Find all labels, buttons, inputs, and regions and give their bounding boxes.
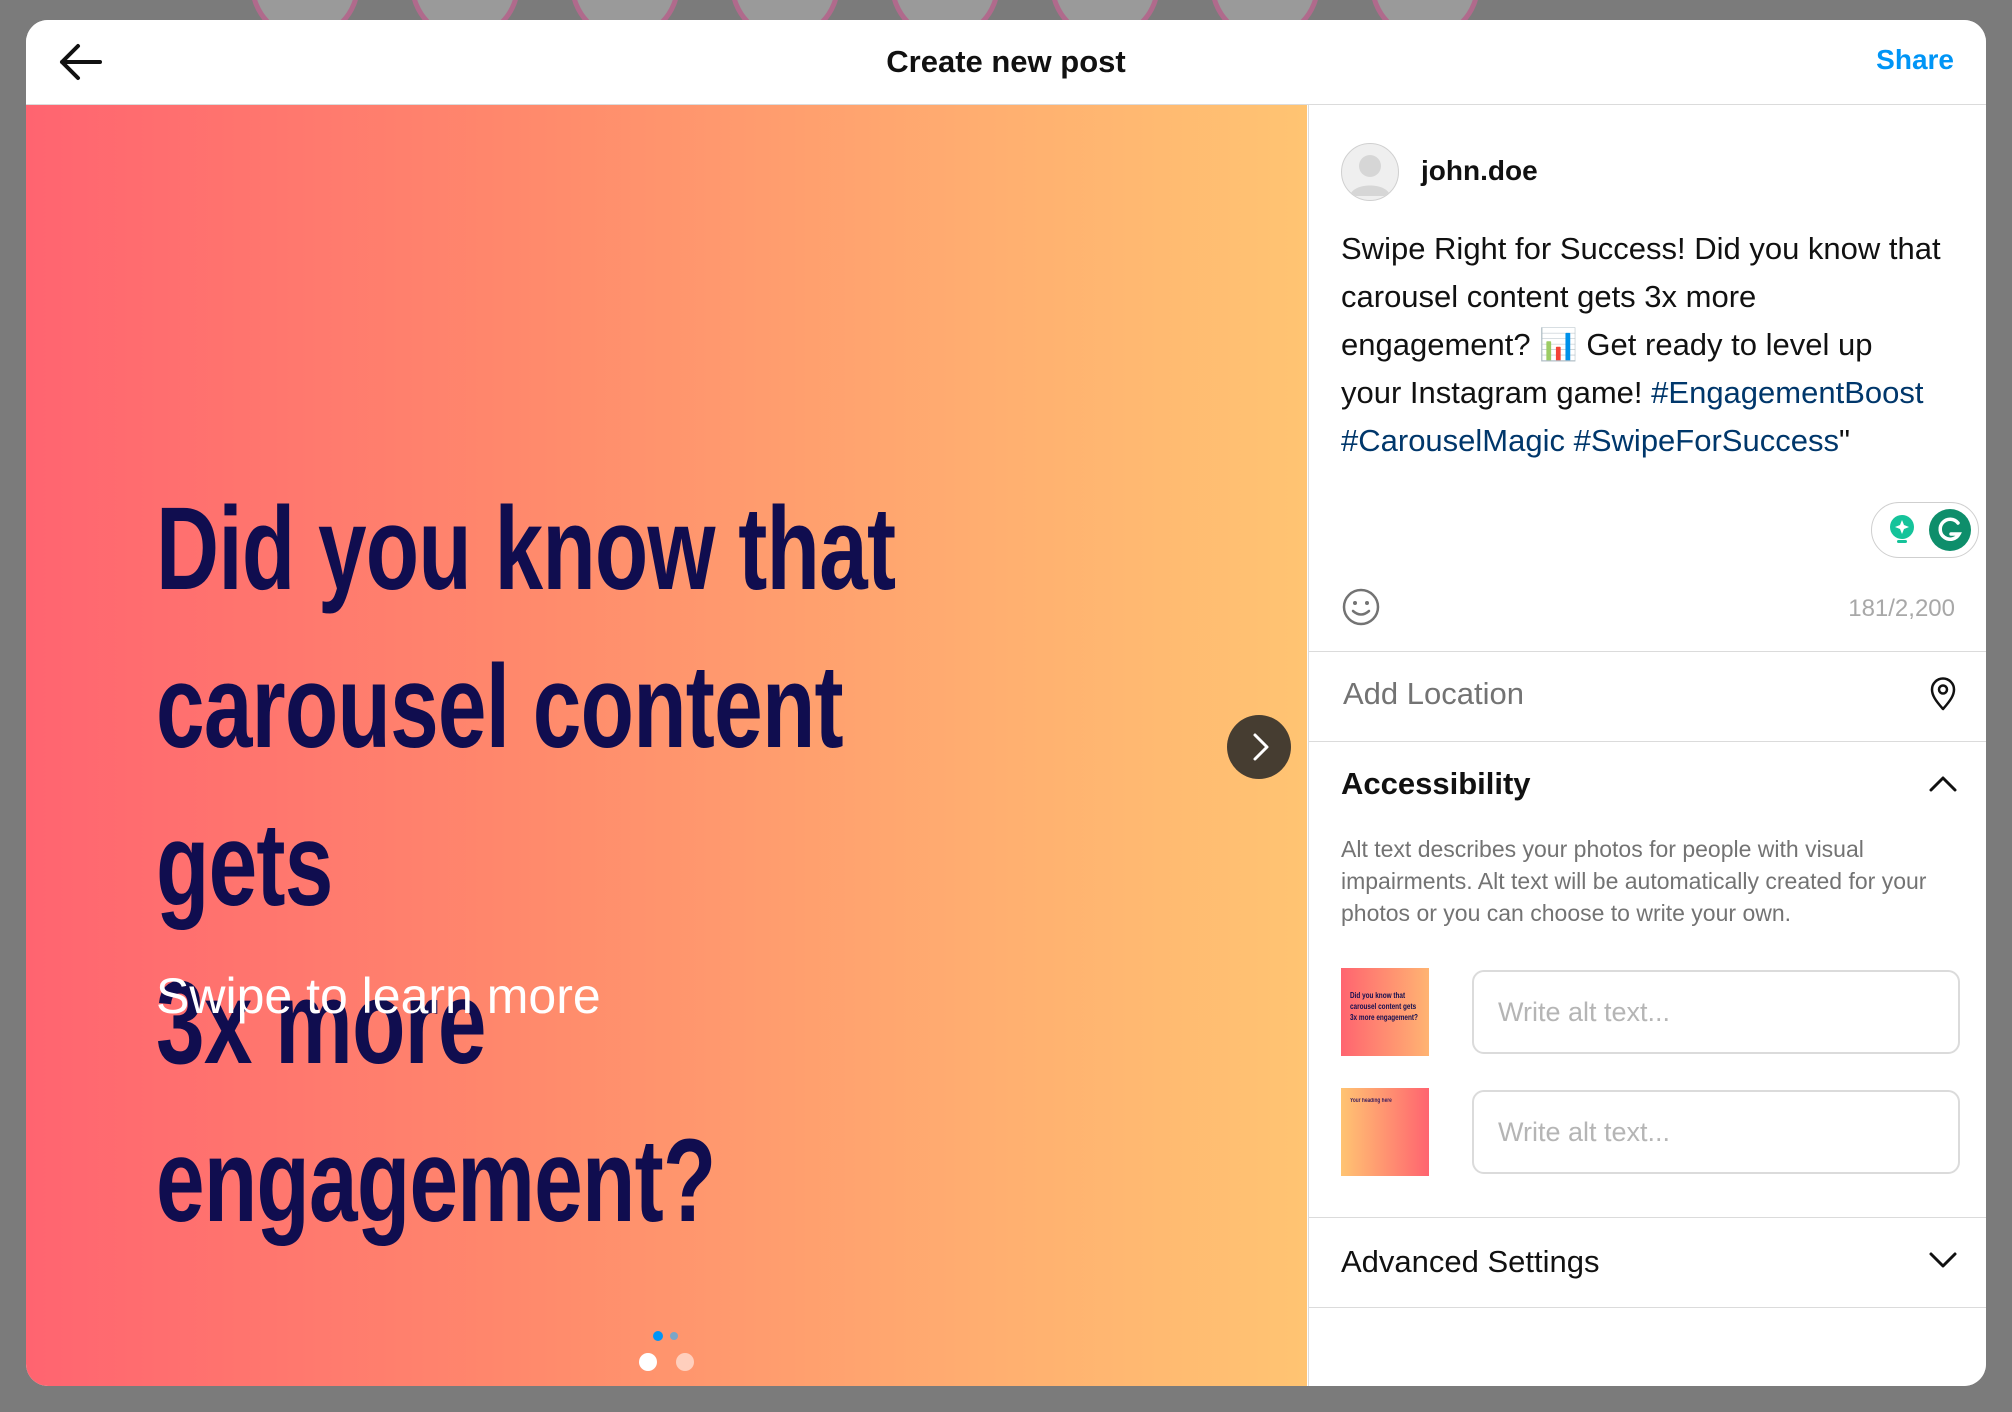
caption-textarea[interactable]: Swipe Right for Success! Did you know th…: [1341, 225, 1941, 465]
thumbnail-text: Did you know that carousel content gets …: [1350, 991, 1418, 1022]
hashtag[interactable]: #CarouselMagic: [1341, 423, 1565, 458]
slide-dot-active: [653, 1331, 663, 1341]
accessibility-description: Alt text describes your photos for peopl…: [1341, 836, 1927, 926]
advanced-settings-title: Advanced Settings: [1341, 1244, 1600, 1279]
lightbulb-icon[interactable]: [1884, 512, 1920, 548]
caption-trailing: ": [1838, 423, 1850, 458]
share-button[interactable]: Share: [1876, 44, 1954, 76]
divider: [1309, 1307, 1986, 1308]
username: john.doe: [1421, 155, 1538, 186]
slide-indicator: [639, 1353, 694, 1371]
chevron-up-icon: [1929, 776, 1957, 792]
accessibility-title: Accessibility: [1341, 766, 1531, 801]
slide-subtext: Swipe to learn more: [156, 968, 601, 1024]
post-details-panel: john.doe Swipe Right for Success! Did yo…: [1308, 105, 1986, 1386]
alt-text-input[interactable]: [1472, 970, 1960, 1054]
carousel-media[interactable]: Did you know that carousel content gets …: [26, 105, 1307, 1386]
location-pin-icon: [1930, 677, 1956, 711]
hashtag[interactable]: #SwipeForSuccess: [1574, 423, 1839, 458]
slide-headline: Did you know that carousel content gets …: [156, 483, 896, 1247]
modal-title: Create new post: [886, 44, 1126, 79]
slide-dot-active: [639, 1353, 657, 1371]
photo-thumbnail: Your heading here: [1341, 1088, 1429, 1176]
slide-dot: [670, 1332, 678, 1340]
emoji-button[interactable]: [1341, 587, 1381, 627]
add-location-field[interactable]: Add Location: [1309, 652, 1986, 740]
chevron-down-icon: [1929, 1252, 1957, 1268]
avatar: [1341, 143, 1399, 201]
next-slide-button[interactable]: [1227, 715, 1291, 779]
grammarly-icon[interactable]: [1928, 508, 1972, 552]
modal-header: Create new post Share: [26, 20, 1986, 105]
user-avatar-icon: [1350, 155, 1390, 196]
chevron-right-icon: [1253, 733, 1269, 761]
grammarly-widget[interactable]: [1871, 502, 1979, 558]
create-post-modal: Create new post Share Did you know that …: [26, 20, 1986, 1386]
advanced-settings-toggle[interactable]: Advanced Settings: [1309, 1218, 1986, 1308]
thumbnail-text: Your heading here: [1350, 1098, 1392, 1104]
smiley-icon: [1342, 588, 1380, 626]
character-count: 181/2,200: [1848, 595, 1955, 622]
add-location-label: Add Location: [1343, 676, 1524, 711]
alt-text-input[interactable]: [1472, 1090, 1960, 1174]
slide-dot: [676, 1353, 694, 1371]
slide-indicator-small: [653, 1331, 678, 1341]
photo-thumbnail: Did you know that carousel content gets …: [1341, 968, 1429, 1056]
accessibility-section-toggle[interactable]: Accessibility: [1309, 742, 1986, 832]
hashtag[interactable]: #EngagementBoost: [1651, 375, 1923, 410]
